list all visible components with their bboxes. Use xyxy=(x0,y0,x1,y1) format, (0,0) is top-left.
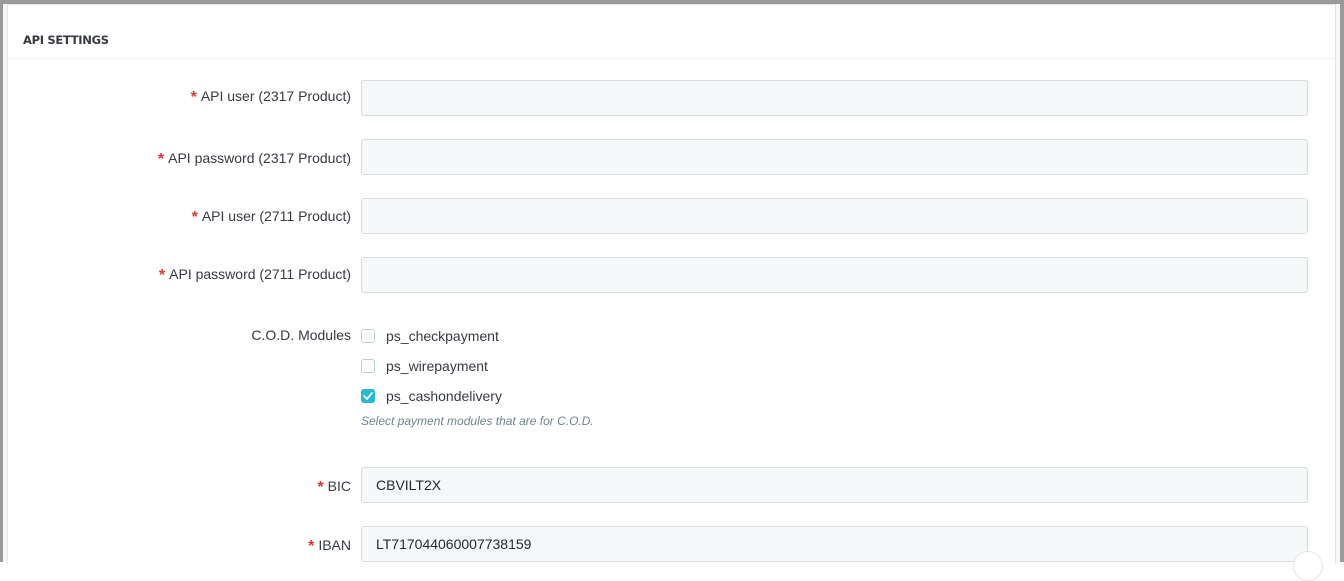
required-marker: * xyxy=(190,89,197,106)
api-password-2317-label: * API password (2317 Product) xyxy=(157,150,351,168)
iban-label: * IBAN xyxy=(308,537,351,555)
required-marker: * xyxy=(308,538,315,555)
cod-modules-label: C.O.D. Modules xyxy=(251,327,351,343)
bic-label: * BIC xyxy=(317,478,351,496)
checkbox-label: ps_checkpayment xyxy=(386,328,499,344)
required-marker: * xyxy=(157,151,165,168)
checkbox-label: ps_wirepayment xyxy=(386,358,488,374)
bic-input[interactable] xyxy=(361,467,1308,503)
required-marker: * xyxy=(158,267,166,284)
required-marker: * xyxy=(191,209,198,226)
cod-option-cashondelivery[interactable]: ps_cashondelivery xyxy=(361,386,502,406)
checkbox-checked[interactable] xyxy=(361,389,375,403)
cod-option-wirepayment[interactable]: ps_wirepayment xyxy=(361,356,488,376)
cod-option-checkpayment[interactable]: ps_checkpayment xyxy=(361,326,499,346)
checkbox-unchecked[interactable] xyxy=(361,329,375,343)
api-password-2711-label: * API password (2711 Product) xyxy=(158,266,351,284)
iban-input[interactable] xyxy=(361,526,1308,562)
panel-title: API SETTINGS xyxy=(23,33,109,47)
required-marker: * xyxy=(317,479,324,496)
checkbox-unchecked[interactable] xyxy=(361,359,375,373)
api-user-2711-input[interactable] xyxy=(361,198,1308,234)
checkmark-icon xyxy=(363,392,373,400)
api-user-2317-input[interactable] xyxy=(361,80,1308,116)
scroll-to-top-button[interactable] xyxy=(1293,551,1323,581)
panel-heading: API SETTINGS xyxy=(8,5,1335,59)
cod-help-text: Select payment modules that are for C.O.… xyxy=(361,414,594,428)
api-user-2711-label: * API user (2711 Product) xyxy=(191,208,351,226)
api-password-2711-input[interactable] xyxy=(361,257,1308,293)
checkbox-label: ps_cashondelivery xyxy=(386,388,502,404)
api-user-2317-label: * API user (2317 Product) xyxy=(190,88,351,106)
api-password-2317-input[interactable] xyxy=(361,139,1308,175)
